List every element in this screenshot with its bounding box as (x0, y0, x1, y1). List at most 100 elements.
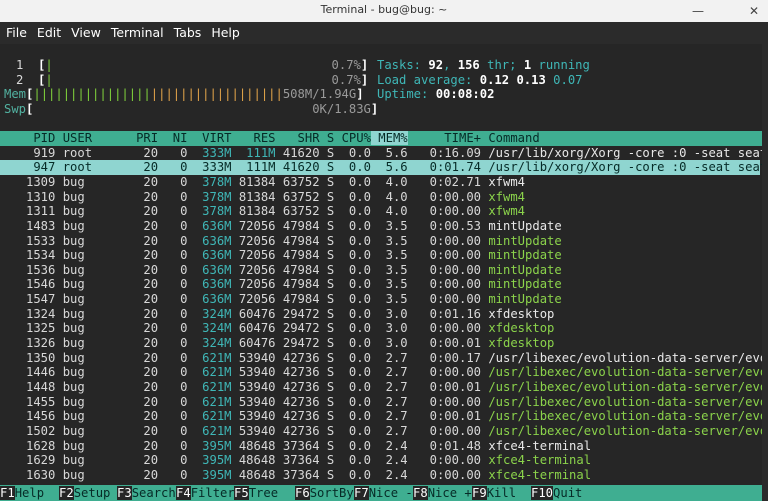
fkey-help-button[interactable]: F1Help (0, 485, 44, 501)
process-row[interactable]: 1310 bug 20 0 378M 81384 63752 S 0.0 4.0… (4, 190, 525, 205)
thr-label: thr; (487, 58, 517, 72)
menu-edit[interactable]: Edit (37, 22, 61, 44)
cell-time: 0:00.00 (407, 365, 481, 380)
column-header-res[interactable]: RES (232, 131, 276, 145)
cell-cmd: mintUpdate (481, 233, 562, 248)
close-icon[interactable]: ✕ (746, 3, 762, 19)
cell-s: S (319, 248, 335, 263)
cell-cmd: /usr/libexec/evolution-data-server/evo (481, 365, 768, 380)
process-row[interactable]: 1309 bug 20 0 378M 81384 63752 S 0.0 4.0… (4, 175, 525, 190)
column-header-ni[interactable]: NI (158, 131, 188, 145)
cell-pri: 20 (128, 233, 159, 248)
cell-ni: 0 (158, 409, 188, 424)
fkey-sortby-button[interactable]: F6SortBy (295, 485, 354, 501)
process-row[interactable]: 1326 bug 20 0 324M 60476 29472 S 0.0 3.0… (4, 336, 554, 351)
column-header-user[interactable]: USER (55, 131, 128, 145)
fkey-tree-button[interactable]: F5Tree (234, 485, 278, 501)
cell-cpu: 0.0 (334, 233, 371, 248)
process-row[interactable]: 1630 bug 20 0 395M 48648 37364 S 0.0 2.4… (4, 468, 591, 483)
process-row[interactable]: 1455 bug 20 0 621M 53940 42736 S 0.0 2.7… (4, 395, 767, 410)
cell-virt: 636M (187, 262, 232, 277)
cell-mem: 2.7 (370, 423, 408, 438)
cell-cpu: 0.0 (334, 453, 371, 468)
fkey-quit-button[interactable]: F10Quit (531, 485, 582, 501)
column-header-shr[interactable]: SHR (276, 131, 320, 145)
process-row[interactable]: 947 root 20 0 333M 111M 41620 S 0.0 5.6 … (4, 160, 767, 175)
selected-process-row[interactable]: 947 root 20 0 333M 111M 41620 S 0.0 5.6 … (0, 160, 767, 175)
cell-shr: 37364 (275, 453, 320, 468)
menu-view[interactable]: View (71, 22, 101, 44)
fkey-nice-button[interactable]: F8Nice + (413, 485, 472, 501)
process-table-header[interactable]: PID USER PRI NI VIRT RES SHR S CPU% MEM%… (0, 131, 768, 146)
process-row[interactable]: 1534 bug 20 0 636M 72056 47984 S 0.0 3.5… (4, 248, 562, 263)
process-row[interactable]: 1483 bug 20 0 636M 72056 47984 S 0.0 3.5… (4, 219, 562, 234)
cell-mem: 2.4 (370, 467, 408, 482)
column-header-s[interactable]: S (320, 131, 334, 145)
cell-pid: 1325 (4, 321, 56, 336)
process-row[interactable]: 1325 bug 20 0 324M 60476 29472 S 0.0 3.0… (4, 321, 554, 336)
cell-s: S (319, 453, 335, 468)
menu-help[interactable]: Help (211, 22, 240, 44)
cell-mem: 5.6 (370, 160, 408, 175)
process-row[interactable]: 1628 bug 20 0 395M 48648 37364 S 0.0 2.4… (4, 439, 591, 454)
cell-pid: 1326 (4, 336, 56, 351)
process-row[interactable]: 1629 bug 20 0 395M 48648 37364 S 0.0 2.4… (4, 453, 591, 468)
column-header-mem[interactable]: MEM% (370, 131, 408, 145)
cell-pid: 1533 (4, 233, 56, 248)
process-row[interactable]: 1546 bug 20 0 636M 72056 47984 S 0.0 3.5… (4, 277, 562, 292)
running-label: running (538, 58, 590, 72)
menu-tabs[interactable]: Tabs (174, 22, 202, 44)
cell-s: S (319, 467, 335, 482)
process-row[interactable]: 1536 bug 20 0 636M 72056 47984 S 0.0 3.5… (4, 263, 562, 278)
cell-res: 53940 (231, 380, 276, 394)
cell-ni: 0 (158, 467, 188, 482)
column-header-command[interactable]: Command (481, 131, 539, 145)
cell-pri: 20 (128, 277, 159, 292)
cell-virt: 636M (187, 292, 232, 307)
column-header-pid[interactable]: PID (4, 131, 55, 145)
process-row[interactable]: 919 root 20 0 333M 111M 41620 S 0.0 5.6 … (4, 146, 767, 161)
minimize-icon[interactable]: — (690, 3, 706, 19)
column-header-time[interactable]: TIME+ (408, 131, 481, 145)
cell-cmd: xfwm4 (481, 174, 526, 189)
process-row[interactable]: 1547 bug 20 0 636M 72056 47984 S 0.0 3.5… (4, 292, 562, 307)
fkey-label: Quit (553, 486, 583, 500)
fkey-nice-button[interactable]: F7Nice - (354, 485, 413, 501)
column-header-virt[interactable]: VIRT (187, 131, 231, 145)
process-row[interactable]: 1324 bug 20 0 324M 60476 29472 S 0.0 3.0… (4, 307, 554, 322)
title-bar[interactable]: Terminal - bug@bug: ~ — ✕ (0, 0, 768, 23)
fkey-key: F1 (0, 486, 15, 500)
maximize-icon[interactable] (718, 3, 734, 19)
cell-s: S (319, 423, 335, 438)
process-row[interactable]: 1533 bug 20 0 636M 72056 47984 S 0.0 3.5… (4, 234, 562, 249)
cell-cmd: xfce4-terminal (481, 438, 592, 453)
fkey-setup-button[interactable]: F2Setup (59, 485, 110, 501)
fkey-kill-button[interactable]: F9Kill (472, 485, 516, 501)
column-headers[interactable]: PID USER PRI NI VIRT RES SHR S CPU% MEM%… (4, 131, 540, 146)
cell-mem: 3.0 (370, 306, 408, 321)
process-row[interactable]: 1502 bug 20 0 621M 53940 42736 S 0.0 2.7… (4, 424, 767, 439)
cell-mem: 3.5 (370, 262, 408, 277)
process-row[interactable]: 1456 bug 20 0 621M 53940 42736 S 0.0 2.7… (4, 409, 767, 424)
column-header-cpu[interactable]: CPU% (334, 131, 371, 145)
cell-user: bug (55, 394, 129, 409)
mem-meter: Mem[||||||||||||||||||||||||||||||||||50… (4, 87, 364, 102)
scrollbar[interactable] (762, 44, 768, 501)
fkey-key: F7 (354, 486, 369, 500)
menu-file[interactable]: File (6, 22, 27, 44)
column-header-pri[interactable]: PRI (129, 131, 158, 145)
process-row[interactable]: 1446 bug 20 0 621M 53940 42736 S 0.0 2.7… (4, 365, 767, 380)
cell-time: 0:01.16 (407, 306, 481, 321)
cell-s: S (319, 189, 335, 204)
fkey-filter-button[interactable]: F4Filter (176, 485, 235, 501)
terminal-area[interactable]: 1 [| 0.7%] 2 [| 0.7%] Mem[||||||||||||||… (0, 44, 768, 501)
cell-pri: 20 (128, 336, 159, 351)
process-row[interactable]: 1311 bug 20 0 378M 81384 63752 S 0.0 4.0… (4, 204, 525, 219)
process-row[interactable]: 1448 bug 20 0 621M 53940 42736 S 0.0 2.7… (4, 380, 767, 395)
uptime-label: Uptime: (377, 87, 429, 102)
cell-pid: 1502 (4, 423, 56, 438)
cell-virt: 636M (187, 248, 232, 263)
process-row[interactable]: 1350 bug 20 0 621M 53940 42736 S 0.0 2.7… (4, 351, 767, 366)
fkey-search-button[interactable]: F3Search (117, 485, 176, 501)
menu-terminal[interactable]: Terminal (111, 22, 164, 44)
